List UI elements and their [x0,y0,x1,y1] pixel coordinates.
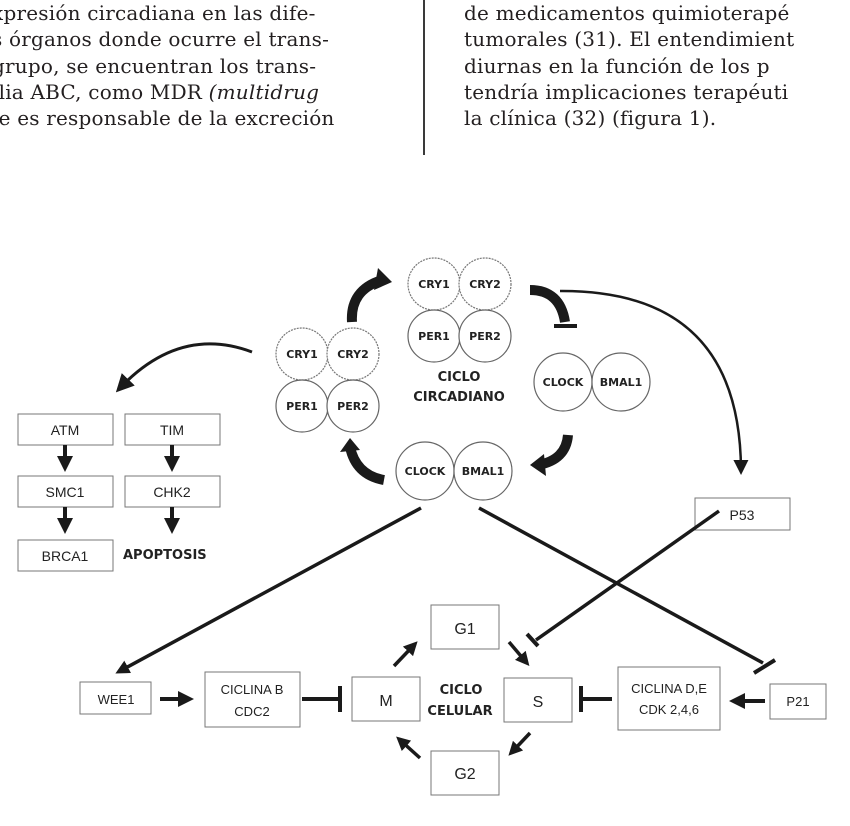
right-clock-bmal1-dimer: CLOCK BMAL1 [533,352,651,412]
g2-label: G2 [454,766,475,783]
figure-diagram: CRY1 CRY2 PER1 PER2 CICLO CIRCADIANO CRY… [17,257,827,796]
cell-cycle: G1 M S G2 CICLO CELULAR [351,604,573,796]
cell-cycle-title-2: CELULAR [427,704,492,719]
clock-label: CLOCK [405,465,446,478]
m-label: M [379,693,392,710]
circadian-title-1: CICLO [438,370,481,385]
arrowhead-icon [340,438,360,452]
clock-label: CLOCK [543,376,584,389]
atm-label: ATM [51,422,80,438]
arrow-g2-to-m [396,736,422,760]
top-cry-per-complex: CRY1 CRY2 PER1 PER2 [407,257,512,363]
arrowhead-icon [374,268,392,290]
smc1-label: SMC1 [46,484,85,500]
inhibit-clock-to-p21 [478,506,764,665]
ciclina-d-box [617,666,721,731]
arrow-bottom-to-left [345,445,386,485]
arrow-g1-to-s [507,640,530,667]
dna-repair-pathway: ATM TIM SMC1 CHK2 BRCA1 APOPTOSIS [17,413,221,572]
per1-label: PER1 [286,400,318,413]
g1-label: G1 [454,621,475,638]
ciclina-d-label: CICLINA D,E [631,681,707,696]
inhibit-bar [752,658,777,675]
wee1-label: WEE1 [98,692,135,707]
s-label: S [533,694,544,711]
bottom-clock-bmal1-dimer: CLOCK BMAL1 [395,441,513,501]
tim-label: TIM [160,422,184,438]
cry2-label: CRY2 [337,348,369,361]
cell-cycle-title-1: CICLO [440,683,483,698]
arrow-to-dna-repair [115,342,253,393]
arrow-top-to-right-inhibit [529,285,570,324]
cry1-label: CRY1 [286,348,318,361]
inhibit-p53-to-s [534,509,721,642]
p53-label: P53 [730,507,755,523]
arrowhead-icon [530,454,546,476]
cdk-label: CDK 2,4,6 [639,702,699,717]
per2-label: PER2 [337,400,369,413]
cry1-label: CRY1 [418,278,450,291]
arrow-s-to-g2 [508,731,532,756]
arrow-m-to-g1 [392,641,418,668]
left-cry-per-complex: CRY1 CRY2 PER1 PER2 [275,327,380,433]
ciclina-b-label: CICLINA B [221,682,284,697]
cdc2-label: CDC2 [234,704,269,719]
p21-label: P21 [786,694,809,709]
apoptosis-label: APOPTOSIS [123,548,207,563]
per1-label: PER1 [418,330,450,343]
cry2-label: CRY2 [469,278,501,291]
circadian-title-2: CIRCADIANO [413,390,505,405]
bmal1-label: BMAL1 [462,465,505,478]
bmal1-label: BMAL1 [600,376,643,389]
brca1-label: BRCA1 [42,548,89,564]
chk2-label: CHK2 [153,484,191,500]
arrow-clock-to-wee1 [115,506,422,674]
per2-label: PER2 [469,330,501,343]
